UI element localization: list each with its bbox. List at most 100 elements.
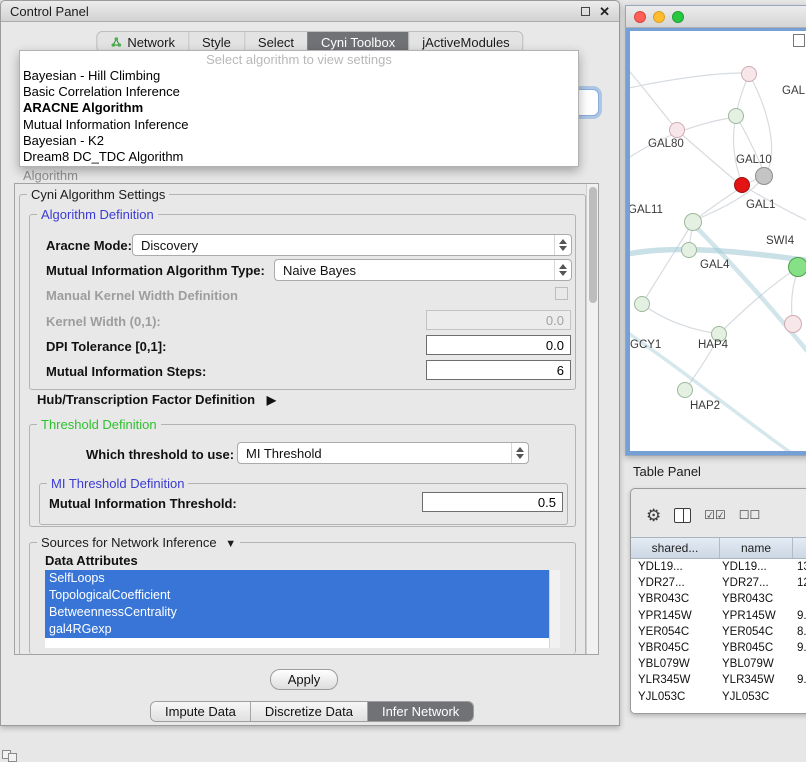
tab-discretize-data[interactable]: Discretize Data (250, 702, 367, 721)
cell[interactable]: YLR345W (631, 674, 720, 686)
cell[interactable]: 9. (793, 642, 806, 654)
menu-item-aracne[interactable]: ARACNE Algorithm (20, 100, 578, 116)
cell[interactable]: YBL079W (631, 658, 720, 670)
network-node[interactable] (684, 213, 702, 231)
tab-select[interactable]: Select (244, 32, 307, 52)
aracne-mode-select[interactable]: Discovery (132, 234, 572, 256)
tab-cyni-toolbox[interactable]: Cyni Toolbox (307, 32, 408, 52)
scrollbar-thumb[interactable] (589, 187, 597, 303)
cell[interactable]: YDL19... (631, 561, 720, 573)
network-node[interactable] (741, 66, 757, 82)
chevron-down-icon[interactable]: ▼ (225, 538, 236, 550)
node-label: GAL4 (700, 259, 729, 271)
dpi-tolerance-label: DPI Tolerance [0,1]: (46, 339, 166, 354)
network-node[interactable] (728, 108, 744, 124)
cell[interactable]: YER054C (720, 626, 793, 638)
cell[interactable]: YBR045C (631, 642, 720, 654)
menu-item-dream8[interactable]: Dream8 DC_TDC Algorithm (20, 149, 578, 165)
mi-algorithm-type-select[interactable]: Naive Bayes (274, 259, 572, 281)
mi-steps-field[interactable]: 6 (426, 360, 571, 380)
cell[interactable]: 9. (793, 610, 806, 622)
network-node[interactable] (634, 296, 650, 312)
network-node-hap2[interactable] (677, 382, 693, 398)
gear-icon[interactable]: ⚙ (646, 507, 661, 524)
panel-corner-icon[interactable] (2, 750, 20, 762)
network-node-selected[interactable] (734, 177, 750, 193)
node-label: GAL (782, 85, 805, 97)
cell[interactable]: YJL053C (631, 691, 720, 703)
minimize-traffic-light-icon[interactable] (653, 11, 665, 23)
mi-threshold-field[interactable]: 0.5 (422, 492, 563, 512)
algorithm-combobox-label: Algorithm (23, 168, 78, 183)
table-row: YLR345W YLR345W 9. (631, 672, 806, 688)
cell[interactable]: 8. (793, 626, 806, 638)
select-all-columns-icon[interactable]: ☑☑ (704, 508, 726, 522)
table-row: YER054C YER054C 8. (631, 624, 806, 640)
network-node[interactable] (669, 122, 685, 138)
cell[interactable]: YBR045C (720, 642, 793, 654)
table-body: YDL19... YDL19... 13 YDR27... YDR27... 1… (631, 559, 806, 713)
tab-jactivemodules[interactable]: jActiveModules (408, 32, 522, 52)
network-node[interactable] (784, 315, 802, 333)
menu-item-basic-correlation[interactable]: Basic Correlation Inference (20, 84, 578, 100)
cell[interactable]: YBR043C (631, 593, 720, 605)
chevron-right-icon[interactable]: ▶ (267, 393, 276, 407)
cell[interactable]: YBL079W (720, 658, 793, 670)
settings-scrollbar[interactable] (586, 184, 598, 654)
menu-item-mutual-information[interactable]: Mutual Information Inference (20, 117, 578, 133)
node-label: HAP2 (690, 400, 720, 412)
tab-network[interactable]: Network (97, 32, 188, 52)
column-header-name[interactable]: name (720, 538, 793, 558)
node-label: SWI4 (766, 235, 794, 247)
node-label: GAL1 (746, 199, 775, 211)
hub-definition-section[interactable]: Hub/Transcription Factor Definition ▶ (37, 392, 276, 407)
cell[interactable]: 9. (793, 674, 806, 686)
sources-section-header[interactable]: Sources for Network Inference ▼ (37, 535, 240, 550)
birdseye-view-toggle[interactable] (793, 34, 805, 47)
network-node-gal4[interactable] (681, 242, 697, 258)
dpi-tolerance-field[interactable]: 0.0 (426, 335, 571, 355)
tab-impute-data[interactable]: Impute Data (151, 702, 250, 721)
close-icon[interactable]: ✕ (599, 5, 610, 18)
list-scrollbar[interactable] (549, 570, 560, 648)
column-header-shared-name[interactable]: shared... (631, 538, 720, 558)
threshold-select[interactable]: MI Threshold (237, 442, 529, 464)
table-row: YBL079W YBL079W (631, 656, 806, 672)
which-threshold-label: Which threshold to use: (86, 447, 234, 462)
cell[interactable]: YDR27... (631, 577, 720, 589)
apply-button[interactable]: Apply (270, 669, 338, 690)
network-node-gal10[interactable] (755, 167, 773, 185)
menu-item-bayesian-hill-climbing[interactable]: Bayesian - Hill Climbing (20, 68, 578, 84)
control-panel-titlebar: Control Panel ✕ (1, 1, 619, 22)
network-node[interactable] (788, 257, 806, 277)
cell[interactable]: YPR145W (631, 610, 720, 622)
menu-item-bayesian-k2[interactable]: Bayesian - K2 (20, 133, 578, 149)
cell[interactable]: YDL19... (720, 561, 793, 573)
cell[interactable]: YBR043C (720, 593, 793, 605)
deselect-all-columns-icon[interactable]: ☐☐ (739, 508, 761, 522)
list-item-gal4rgexp[interactable]: gal4RGexp (45, 621, 549, 638)
manual-kernel-width-label: Manual Kernel Width Definition (46, 288, 238, 303)
zoom-traffic-light-icon[interactable] (672, 11, 684, 23)
close-traffic-light-icon[interactable] (634, 11, 646, 23)
list-item-betweennesscentrality[interactable]: BetweennessCentrality (45, 604, 549, 621)
tab-infer-network[interactable]: Infer Network (367, 702, 473, 721)
cell[interactable]: 13 (793, 561, 806, 573)
list-item-topologicalcoefficient[interactable]: TopologicalCoefficient (45, 587, 549, 604)
selected-value: MI Threshold (246, 446, 322, 461)
cell[interactable]: YER054C (631, 626, 720, 638)
network-canvas[interactable]: GAL GAL80 GAL10 GAL11 GAL1 SWI4 GAL4 GCY… (626, 28, 806, 455)
table-header: shared... name (631, 537, 806, 559)
cell[interactable]: YLR345W (720, 674, 793, 686)
table-row: YJL053C YJL053C (631, 689, 806, 705)
cell[interactable]: YJL053C (720, 691, 793, 703)
cell[interactable]: 12 (793, 577, 806, 589)
tab-style[interactable]: Style (188, 32, 244, 52)
cell[interactable]: YPR145W (720, 610, 793, 622)
network-window-titlebar (626, 6, 806, 28)
list-item-selfloops[interactable]: SelfLoops (45, 570, 549, 587)
columns-icon[interactable] (674, 508, 691, 523)
cell[interactable]: YDR27... (720, 577, 793, 589)
column-header-clipped[interactable] (793, 538, 806, 558)
float-window-icon[interactable] (581, 7, 590, 16)
